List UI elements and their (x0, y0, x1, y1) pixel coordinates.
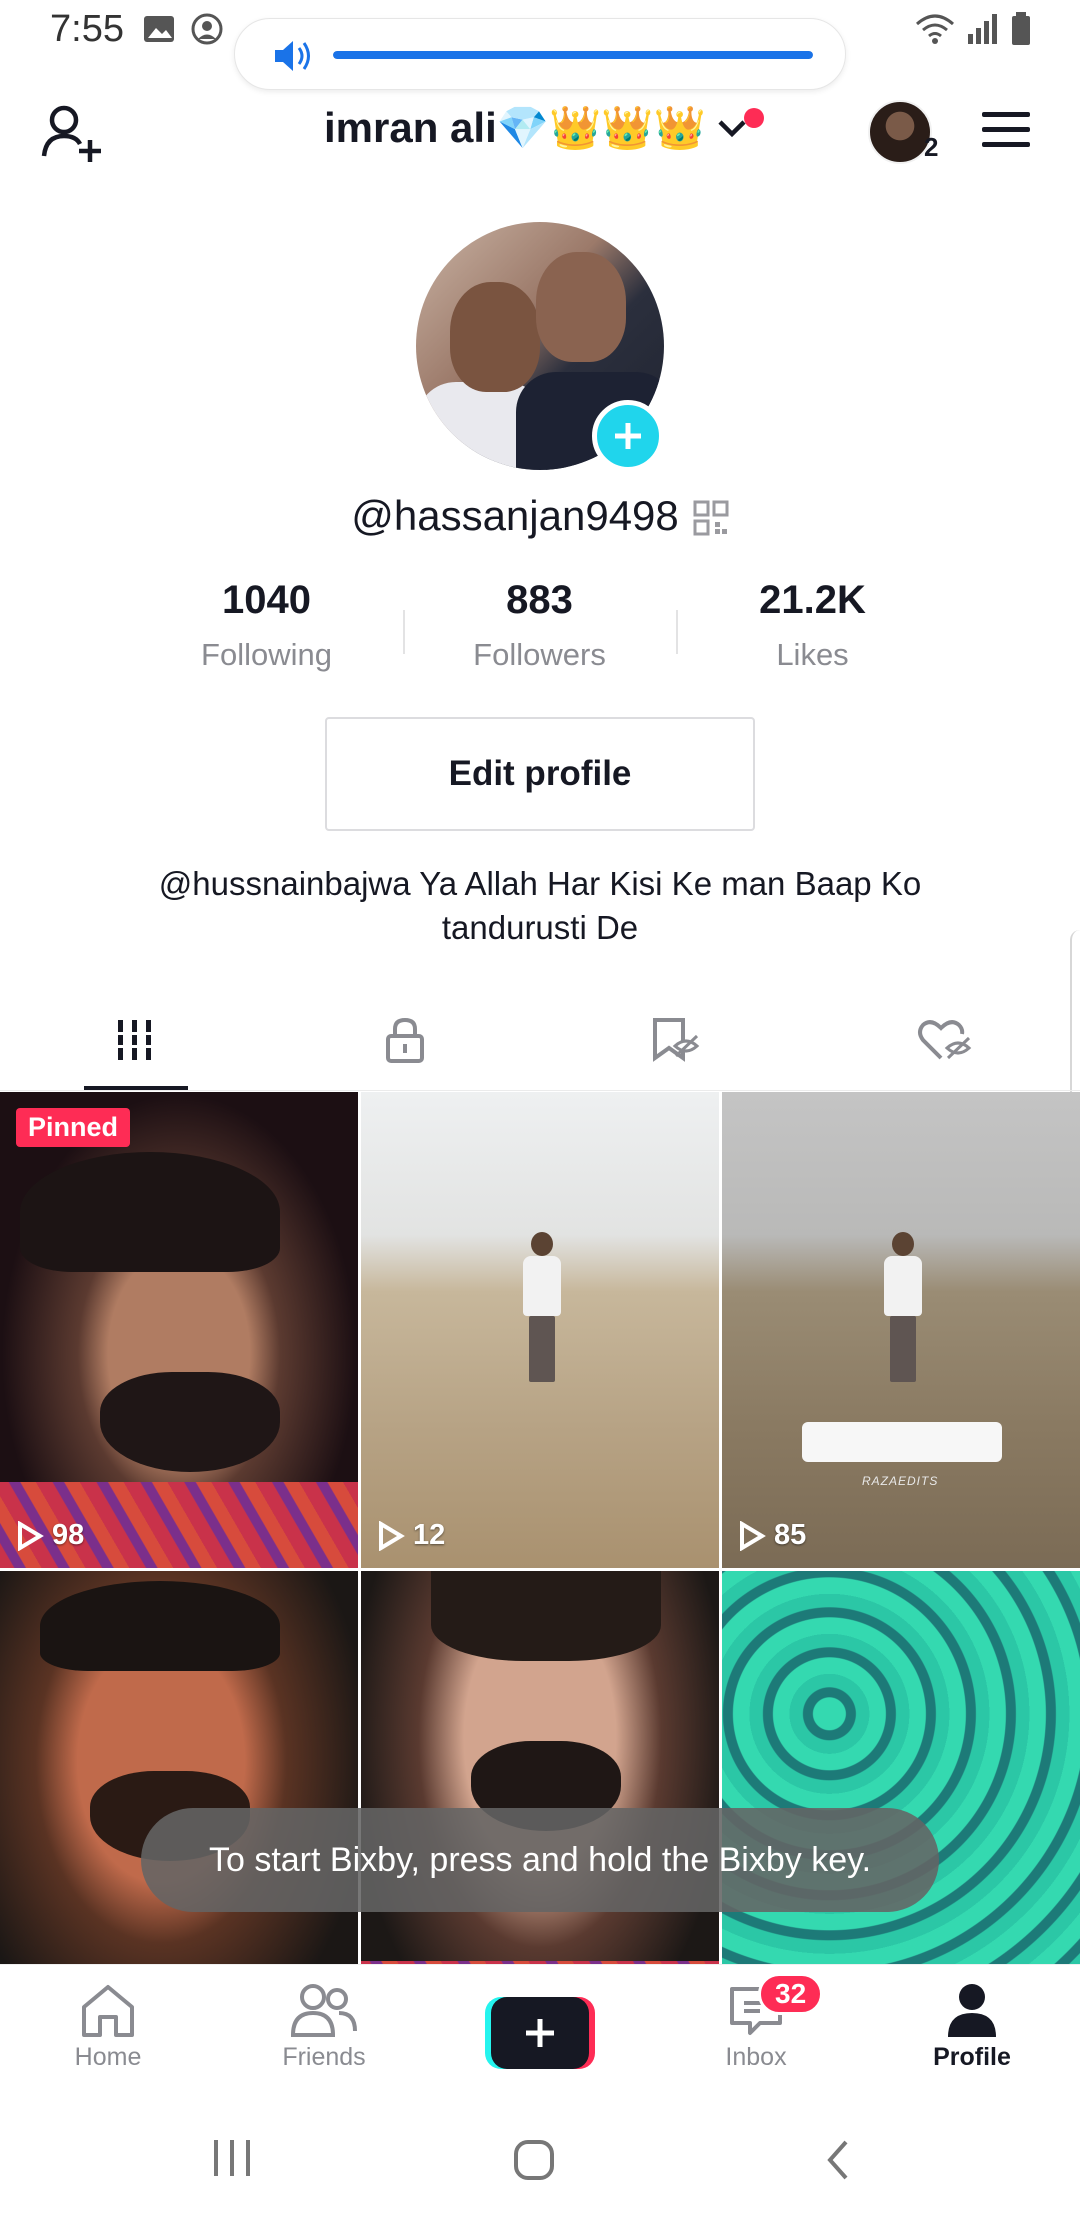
stat-following[interactable]: 1040 Following (130, 578, 403, 688)
nav-label: Friends (282, 2043, 366, 2071)
battery-icon (1012, 12, 1030, 45)
nav-label: Home (74, 2043, 142, 2071)
friends-icon (290, 1984, 357, 2037)
handle-row: @hassanjan9498 (0, 492, 1080, 540)
video-tile[interactable]: Pinned 98 (0, 1092, 358, 1568)
profile-bio: @hussnainbajwa Ya Allah Har Kisi Ke man … (100, 862, 980, 950)
nav-label: Profile (933, 2043, 1011, 2071)
bio-line: tandurusti De (441, 909, 639, 946)
tab-favorites[interactable] (540, 990, 810, 1090)
tab-private[interactable] (270, 990, 540, 1090)
view-count-value: 85 (774, 1519, 807, 1551)
stat-followers[interactable]: 883 Followers (403, 578, 676, 688)
create-button[interactable] (485, 1997, 595, 2069)
gallery-icon (144, 16, 174, 42)
bottom-nav: Home Friends Inbox 32 Profile (0, 1964, 1080, 2090)
video-watermark: RAZAEDITS (862, 1474, 939, 1488)
favorites-hidden-icon (653, 1018, 700, 1062)
nav-friends[interactable]: Friends (216, 1965, 432, 2090)
stat-likes[interactable]: 21.2K Likes (676, 578, 949, 688)
menu-icon[interactable] (980, 108, 1032, 152)
liked-hidden-icon (918, 1020, 972, 1060)
status-time: 7:55 (50, 8, 124, 50)
home-button-icon[interactable] (512, 2138, 556, 2182)
following-avatar-count: 2 (924, 132, 939, 162)
account-icon (191, 13, 223, 45)
bixby-toast: To start Bixby, press and hold the Bixby… (141, 1808, 939, 1912)
video-tile[interactable]: RAZAEDITS 85 (722, 1092, 1080, 1568)
wifi-icon (916, 14, 954, 44)
recent-apps-icon[interactable] (210, 2138, 254, 2178)
play-icon (18, 1520, 44, 1551)
grid-icon (115, 1020, 155, 1060)
volume-slider[interactable] (333, 51, 813, 59)
stat-value: 883 (506, 578, 573, 622)
tab-videos[interactable] (0, 990, 270, 1090)
profile-header: imran ali💎👑👑👑 2 (0, 90, 1080, 180)
video-tile[interactable]: 12 (361, 1092, 719, 1568)
stat-label: Following (201, 637, 332, 672)
nav-inbox[interactable]: Inbox 32 (648, 1965, 864, 2090)
view-count: 98 (16, 1519, 84, 1552)
plus-icon (615, 423, 641, 449)
profile-tabs (0, 990, 1080, 1090)
nav-profile[interactable]: Profile (864, 1965, 1080, 2090)
nav-label: Inbox (725, 2043, 787, 2071)
inbox-badge: 32 (758, 1973, 824, 2015)
following-avatar[interactable] (868, 100, 932, 164)
volume-level (333, 51, 813, 59)
add-friend-icon[interactable] (40, 100, 106, 166)
edit-profile-button[interactable]: Edit profile (325, 717, 755, 831)
plus-icon (526, 2019, 554, 2047)
profile-stats: 1040 Following 883 Followers 21.2K Likes (130, 578, 950, 688)
tabs-divider (0, 1090, 1080, 1091)
status-system-icons (914, 12, 1032, 46)
system-nav (0, 2090, 1080, 2220)
view-count-value: 12 (413, 1519, 446, 1551)
stat-value: 1040 (222, 578, 311, 622)
stat-value: 21.2K (759, 578, 866, 622)
nav-home[interactable]: Home (0, 1965, 216, 2090)
signal-icon (968, 14, 997, 44)
notification-dot (744, 108, 764, 128)
view-count: 12 (377, 1519, 445, 1552)
pinned-badge: Pinned (16, 1108, 131, 1147)
view-count: 85 (738, 1519, 806, 1552)
volume-overlay[interactable] (234, 18, 846, 90)
status-notifications (142, 12, 224, 46)
nav-create[interactable] (432, 1965, 648, 2090)
account-switcher[interactable]: imran ali💎👑👑👑 (324, 104, 764, 153)
bio-line: @hussnainbajwa Ya Allah Har Kisi Ke man … (158, 865, 922, 902)
profile-icon (948, 1984, 996, 2037)
profile-handle: @hassanjan9498 (351, 492, 679, 539)
stat-label: Likes (776, 637, 849, 672)
add-story-button[interactable] (592, 400, 664, 472)
volume-icon[interactable] (271, 36, 315, 76)
play-icon (740, 1520, 766, 1551)
play-icon (379, 1520, 405, 1551)
stat-label: Followers (473, 637, 606, 672)
view-count-value: 98 (52, 1519, 85, 1551)
account-username: imran ali💎👑👑👑 (324, 104, 706, 151)
tab-liked[interactable] (810, 990, 1080, 1090)
qr-code-icon[interactable] (693, 500, 729, 536)
home-icon (82, 1985, 134, 2037)
lock-icon (386, 1017, 424, 1063)
back-icon[interactable] (822, 2138, 852, 2182)
